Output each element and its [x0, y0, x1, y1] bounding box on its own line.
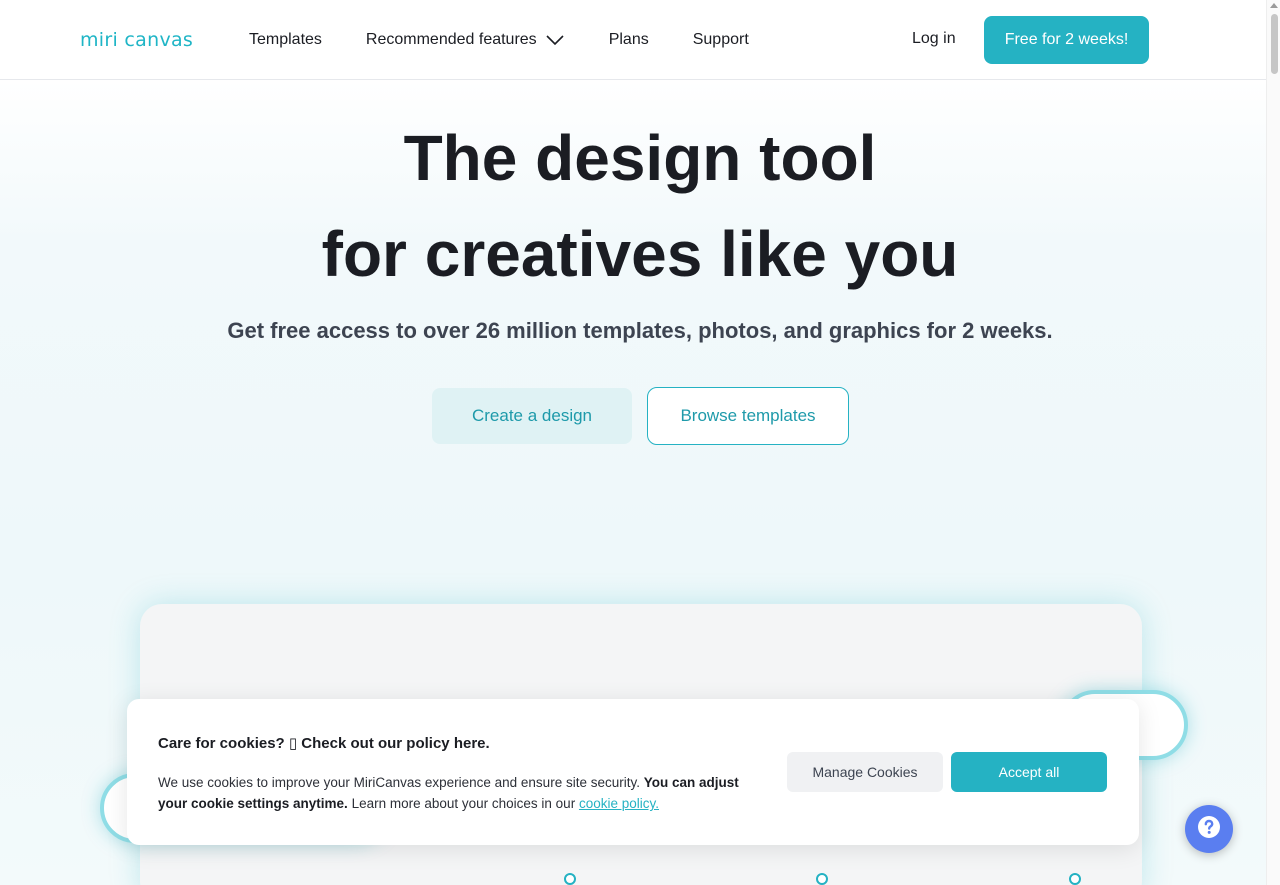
free-trial-button[interactable]: Free for 2 weeks! [984, 16, 1149, 64]
selection-handle [564, 873, 576, 885]
selection-handle [1069, 873, 1081, 885]
browse-templates-button[interactable]: Browse templates [647, 387, 849, 445]
cookie-title: Care for cookies? ▯ Check out our policy… [158, 735, 490, 752]
nav-templates-label: Templates [249, 31, 322, 48]
nav-support-label: Support [692, 31, 749, 48]
help-button[interactable] [1185, 805, 1233, 853]
login-link[interactable]: Log in [912, 30, 956, 48]
hero-title-line2: for creatives like you [321, 218, 959, 290]
hero-title-line1: The design tool [403, 122, 877, 194]
logo-wordmark: miri canvas [80, 29, 194, 51]
create-design-button[interactable]: Create a design [432, 388, 632, 444]
site-header: miri canvas Templates Recommended featur… [0, 0, 1266, 80]
nav-recommended-label: Recommended features [365, 31, 537, 48]
nav-support[interactable]: Support [693, 31, 749, 49]
cookie-description: We use cookies to improve your MiriCanva… [158, 772, 768, 814]
cookie-text-1: We use cookies to improve your MiriCanva… [158, 775, 644, 790]
cookie-policy-link[interactable]: cookie policy. [579, 796, 659, 811]
selection-handle [816, 873, 828, 885]
hero-subtitle: Get free access to over 26 million templ… [227, 318, 1053, 343]
question-icon [1197, 815, 1221, 844]
scroll-up-arrow-icon[interactable] [1270, 3, 1278, 8]
nav-plans[interactable]: Plans [609, 31, 649, 49]
main-nav: Templates Recommended features Plans Sup… [249, 0, 793, 80]
cookie-text-2: Learn more about your choices in our [347, 796, 579, 811]
miricanvas-logo[interactable]: miri canvas [80, 28, 193, 52]
nav-templates[interactable]: Templates [249, 31, 322, 49]
scrollbar-thumb[interactable] [1271, 14, 1278, 74]
hero-title: The design tool for creatives like you [0, 110, 1280, 302]
cookie-banner: Care for cookies? ▯ Check out our policy… [127, 699, 1139, 845]
page-scrollbar[interactable] [1266, 0, 1280, 885]
nav-plans-label: Plans [608, 31, 649, 48]
manage-cookies-button[interactable]: Manage Cookies [787, 752, 943, 792]
chevron-down-icon [545, 34, 565, 46]
accept-all-button[interactable]: Accept all [951, 752, 1107, 792]
nav-recommended-features[interactable]: Recommended features [366, 31, 565, 49]
